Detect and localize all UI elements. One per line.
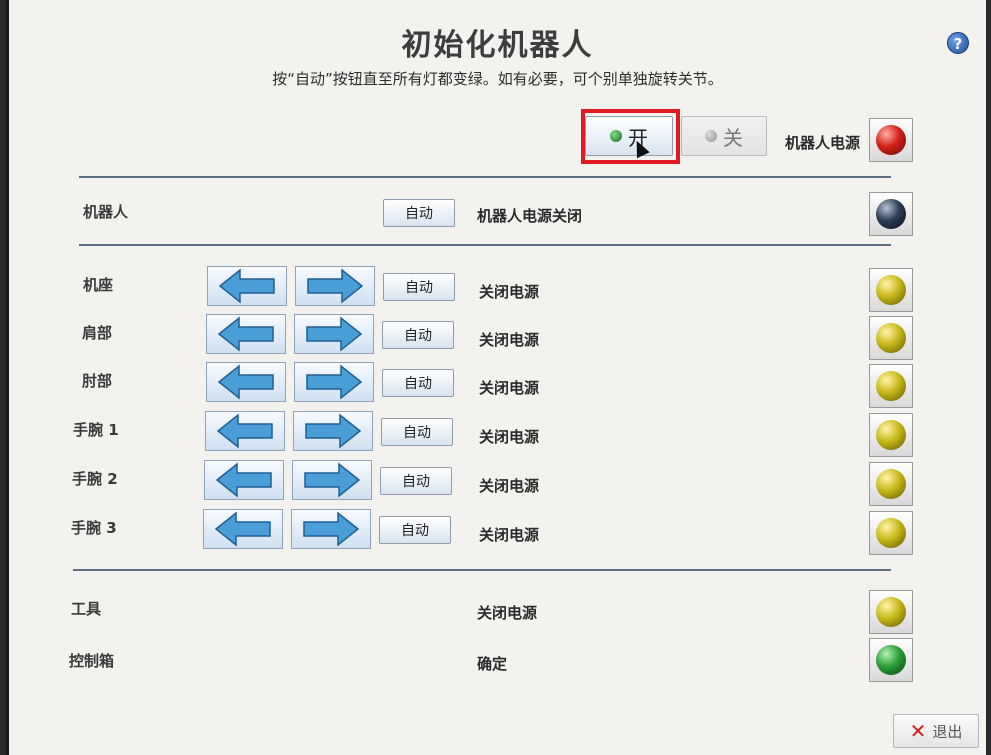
- divider: [79, 244, 891, 246]
- rotate-right-button[interactable]: [294, 362, 374, 402]
- green-lamp-icon: [876, 645, 906, 675]
- joint-lamp: [869, 462, 913, 506]
- auto-label: 自动: [401, 523, 429, 539]
- robot-auto-button[interactable]: 自动: [383, 199, 455, 227]
- auto-label: 自动: [404, 328, 432, 344]
- yellow-lamp-icon: [876, 420, 906, 450]
- yellow-lamp-icon: [876, 275, 906, 305]
- control-box-lamp: [869, 638, 913, 682]
- arrow-right-icon: [305, 413, 362, 449]
- help-icon[interactable]: ?: [947, 32, 969, 54]
- rotate-right-button[interactable]: [292, 460, 372, 500]
- arrow-right-icon: [307, 268, 364, 304]
- tool-lamp: [869, 590, 913, 634]
- joint-lamp: [869, 316, 913, 360]
- joint-auto-button[interactable]: 自动: [382, 321, 454, 349]
- robot-lamp: [869, 192, 913, 236]
- rotate-left-button[interactable]: [203, 509, 283, 549]
- control-box-label: 控制箱: [69, 652, 115, 670]
- arrow-right-icon: [306, 364, 363, 400]
- joint-status: 关闭电源: [479, 283, 540, 301]
- rotate-right-button[interactable]: [294, 314, 374, 354]
- page-title: 初始化机器人: [401, 28, 594, 63]
- arrow-left-icon: [214, 511, 271, 547]
- divider: [79, 176, 891, 178]
- control-box-status: 确定: [477, 655, 508, 673]
- auto-label: 自动: [402, 474, 430, 490]
- power-off-label: 关: [723, 125, 743, 150]
- rotate-left-button[interactable]: [206, 362, 286, 402]
- joint-auto-button[interactable]: 自动: [379, 516, 451, 544]
- instruction-text: 按“自动”按钮直至所有灯都变绿。如有必要，可个别单独旋转关节。: [272, 70, 723, 88]
- auto-label: 自动: [405, 206, 433, 222]
- dark-lamp-icon: [876, 199, 906, 229]
- yellow-lamp-icon: [876, 371, 906, 401]
- close-icon: ✕: [909, 719, 927, 743]
- joint-lamp: [869, 364, 913, 408]
- joint-auto-button[interactable]: 自动: [380, 467, 452, 495]
- rotate-right-button[interactable]: [293, 411, 373, 451]
- joint-label: 肘部: [82, 372, 113, 390]
- exit-label: 退出: [932, 722, 963, 741]
- yellow-lamp-icon: [876, 518, 906, 548]
- rotate-left-button[interactable]: [207, 266, 287, 306]
- robot-status: 机器人电源关闭: [477, 207, 583, 225]
- red-lamp-icon: [876, 125, 906, 155]
- robot-power-lamp: [869, 118, 913, 162]
- joint-lamp: [869, 413, 913, 457]
- arrow-left-icon: [216, 413, 273, 449]
- joint-label: 机座: [83, 276, 114, 294]
- joint-status: 关闭电源: [479, 526, 540, 544]
- joint-lamp: [869, 511, 913, 555]
- joint-status: 关闭电源: [479, 331, 540, 349]
- rotate-right-button[interactable]: [295, 266, 375, 306]
- yellow-lamp-icon: [876, 323, 906, 353]
- joint-label: 手腕 1: [73, 421, 119, 439]
- gray-dot-icon: [705, 130, 717, 142]
- joint-label: 手腕 2: [72, 470, 118, 488]
- tool-status: 关闭电源: [477, 604, 538, 622]
- joint-auto-button[interactable]: 自动: [381, 418, 453, 446]
- auto-label: 自动: [405, 280, 433, 296]
- joint-auto-button[interactable]: 自动: [383, 273, 455, 301]
- rotate-left-button[interactable]: [205, 411, 285, 451]
- joint-lamp: [869, 268, 913, 312]
- robot-power-label: 机器人电源: [785, 134, 861, 152]
- arrow-left-icon: [217, 316, 274, 352]
- exit-button[interactable]: ✕ 退出: [893, 714, 979, 748]
- highlight-box: [581, 109, 680, 164]
- tool-label: 工具: [71, 600, 102, 618]
- joint-status: 关闭电源: [479, 379, 540, 397]
- arrow-left-icon: [215, 462, 272, 498]
- rotate-left-button[interactable]: [206, 314, 286, 354]
- yellow-lamp-icon: [876, 469, 906, 499]
- robot-label: 机器人: [83, 203, 129, 221]
- auto-label: 自动: [403, 425, 431, 441]
- auto-label: 自动: [404, 376, 432, 392]
- arrow-right-icon: [304, 462, 361, 498]
- joint-status: 关闭电源: [479, 428, 540, 446]
- joint-label: 肩部: [82, 324, 113, 342]
- joint-label: 手腕 3: [71, 519, 117, 537]
- rotate-right-button[interactable]: [291, 509, 371, 549]
- joint-auto-button[interactable]: 自动: [382, 369, 454, 397]
- robot-init-screen: 初始化机器人 按“自动”按钮直至所有灯都变绿。如有必要，可个别单独旋转关节。 ?…: [6, 0, 986, 755]
- arrow-right-icon: [303, 511, 360, 547]
- rotate-left-button[interactable]: [204, 460, 284, 500]
- joint-status: 关闭电源: [479, 477, 540, 495]
- power-off-button[interactable]: 关: [681, 116, 767, 156]
- yellow-lamp-icon: [876, 597, 906, 627]
- arrow-left-icon: [217, 364, 274, 400]
- arrow-left-icon: [218, 268, 275, 304]
- divider: [73, 569, 891, 571]
- arrow-right-icon: [306, 316, 363, 352]
